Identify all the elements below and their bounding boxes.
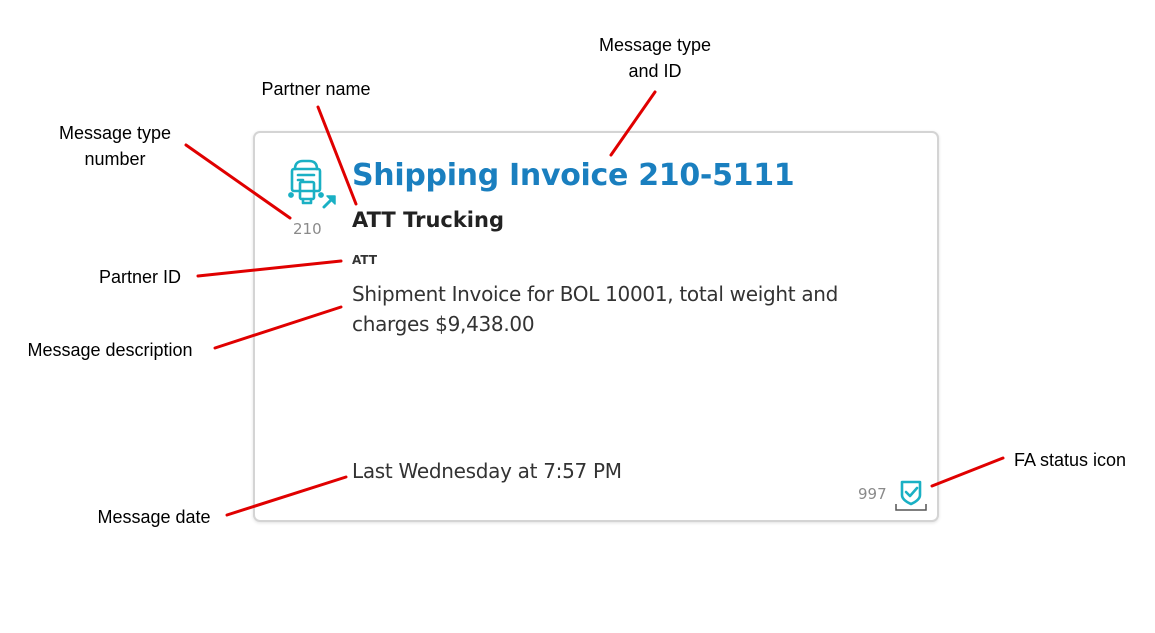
callout-message-type-number-line2: number [84, 149, 146, 169]
fa-number: 997 [858, 485, 887, 503]
partner-id: ATT [352, 253, 378, 267]
callout-message-type-id-line1: Message type [598, 35, 712, 55]
callout-partner-name-text: Partner name [261, 79, 371, 99]
callout-partner-name: Partner name [241, 76, 391, 102]
callout-message-type-id: Message type and ID [580, 32, 730, 84]
callout-message-type-number: Message type number [40, 120, 190, 172]
callout-fa-status-icon: FA status icon [995, 447, 1145, 473]
callout-message-date-text: Message date [97, 507, 211, 527]
callout-fa-status-icon-text: FA status icon [1013, 450, 1127, 470]
callout-message-date: Message date [79, 504, 229, 530]
leader-line-fa-status-icon [930, 456, 1005, 488]
message-date: Last Wednesday at 7:57 PM [352, 459, 622, 483]
message-card[interactable]: 210 Shipping Invoice 210-5111 ATT Trucki… [253, 131, 939, 522]
partner-name: ATT Trucking [352, 208, 504, 232]
message-description: Shipment Invoice for BOL 10001, total we… [352, 282, 839, 336]
shipping-invoice-icon [288, 159, 336, 209]
callout-message-description-text: Message description [27, 340, 193, 360]
callout-message-description: Message description [10, 337, 210, 363]
fa-status-check-icon[interactable] [894, 478, 928, 512]
message-type-number: 210 [293, 220, 322, 238]
callout-message-type-number-line1: Message type [58, 123, 172, 143]
callout-partner-id: Partner ID [70, 264, 210, 290]
message-title[interactable]: Shipping Invoice 210-5111 [352, 158, 795, 193]
callout-message-type-id-line2: and ID [628, 61, 682, 81]
callout-partner-id-text: Partner ID [98, 267, 182, 287]
